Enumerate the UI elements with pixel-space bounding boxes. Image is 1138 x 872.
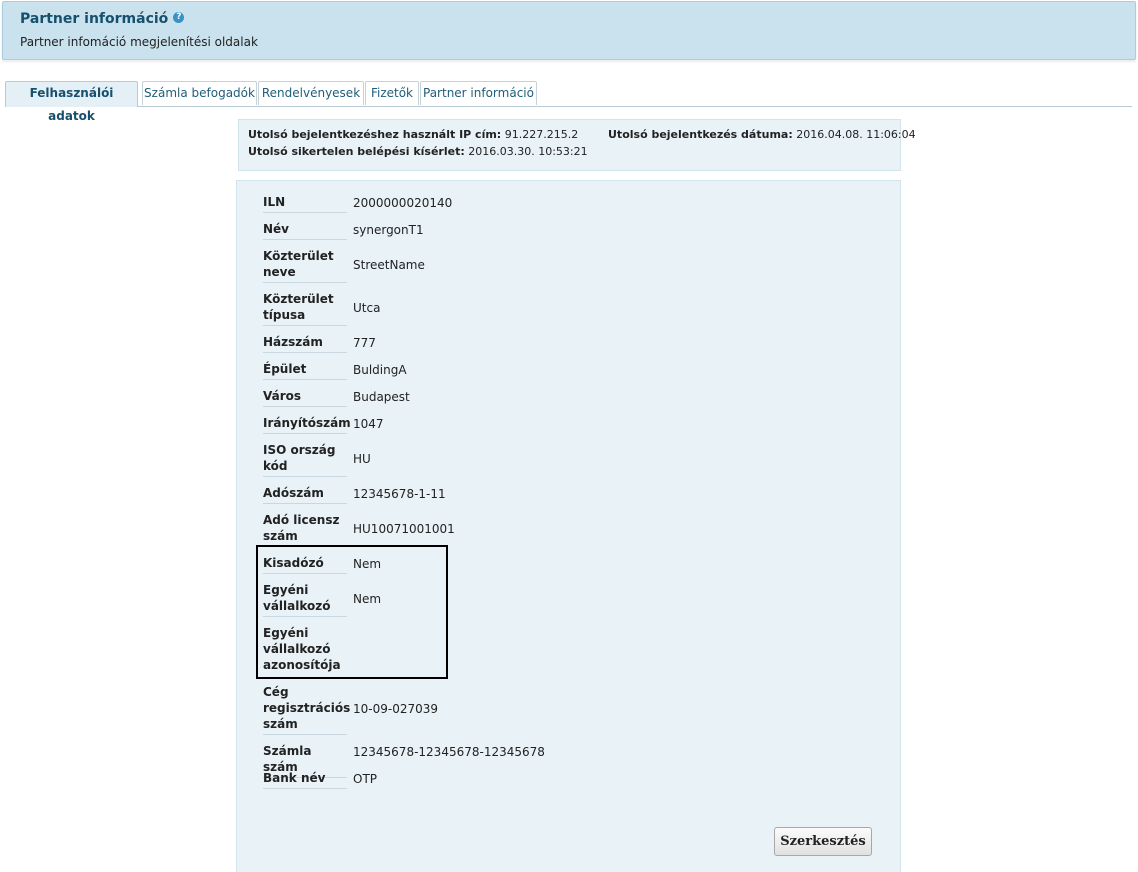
field-label: Cég regisztrációs szám <box>263 684 350 735</box>
field-value: 1047 <box>353 417 384 431</box>
field-label: ISO ország kód <box>263 442 347 477</box>
field-value: Utca <box>353 301 381 315</box>
field-value: OTP <box>353 772 378 786</box>
field-value: 12345678-12345678-12345678 <box>353 745 545 759</box>
field-label: Közterület típusa <box>263 291 347 326</box>
field-label: Név <box>263 221 347 240</box>
page-subtitle: Partner infomáció megjelenítési oldalak <box>20 35 258 49</box>
field-value: 10-09-027039 <box>353 702 439 716</box>
tab-bar: Felhasználói adatok Számla befogadók Ren… <box>5 81 1132 123</box>
last-login-ip-label: Utolsó bejelentkezéshez használt IP cím: <box>248 128 502 141</box>
field-value: synergonT1 <box>353 223 424 237</box>
field-label: Házszám <box>263 334 347 353</box>
last-failed-login-value: 2016.03.30. 10:53:21 <box>468 145 588 158</box>
last-failed-login-label: Utolsó sikertelen belépési kísérlet: <box>248 145 465 158</box>
help-icon[interactable]: ? <box>173 12 185 23</box>
field-label: Város <box>263 388 347 407</box>
login-info-panel: Utolsó bejelentkezéshez használt IP cím:… <box>238 119 916 171</box>
field-value: 777 <box>353 336 376 350</box>
tab-fizetok[interactable]: Fizetők <box>365 81 419 105</box>
page-title: Partner információ? <box>20 11 185 27</box>
page-title-text: Partner információ <box>20 11 169 27</box>
last-login-date-value: 2016.04.08. 11:06:04 <box>796 128 916 141</box>
tab-partner-informacio[interactable]: Partner információ <box>420 81 537 105</box>
field-value: Budapest <box>353 390 410 404</box>
highlight-box <box>256 545 448 679</box>
page-header: Partner információ? Partner infomáció me… <box>2 1 1136 60</box>
field-label: Bank név <box>263 770 347 789</box>
field-value: HU10071001001 <box>353 522 455 536</box>
tab-rendelvenyesek[interactable]: Rendelvényesek <box>258 81 364 105</box>
field-value: 12345678-1-11 <box>353 487 446 501</box>
tab-felhasznaloi-adatok[interactable]: Felhasználói adatok <box>5 81 138 123</box>
last-login-date-label: Utolsó bejelentkezés dátuma: <box>608 128 793 141</box>
field-value: 2000000020140 <box>353 196 453 210</box>
field-label: Közterület neve <box>263 248 347 283</box>
field-label: Adószám <box>263 485 347 504</box>
last-login-date: Utolsó bejelentkezés dátuma: 2016.04.08.… <box>608 128 916 141</box>
edit-button[interactable]: Szerkesztés <box>774 827 872 856</box>
last-login-ip: Utolsó bejelentkezéshez használt IP cím:… <box>248 128 578 141</box>
last-login-ip-value: 91.227.215.2 <box>504 128 579 141</box>
field-value: StreetName <box>353 258 425 272</box>
field-value: BuldingA <box>353 363 407 377</box>
field-value: HU <box>353 452 371 466</box>
field-label: Épület <box>263 361 347 380</box>
field-label: Irányítószám <box>263 415 351 434</box>
field-label: ILN <box>263 194 347 213</box>
field-label: Adó licensz szám <box>263 512 347 547</box>
last-failed-login: Utolsó sikertelen belépési kísérlet: 201… <box>248 145 588 158</box>
tab-szamla-befogadok[interactable]: Számla befogadók <box>142 81 257 105</box>
